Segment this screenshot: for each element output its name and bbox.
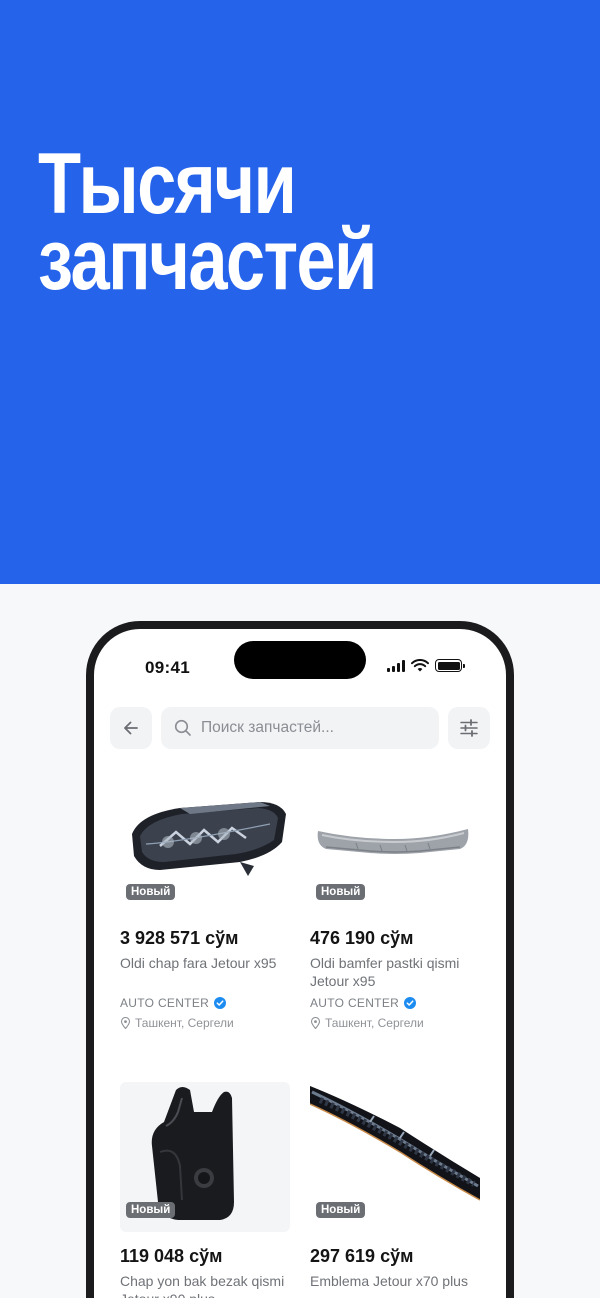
verified-badge-icon <box>404 997 417 1009</box>
location-pin-icon <box>120 1017 131 1029</box>
product-price: 119 048 сўм <box>120 1246 223 1266</box>
search-icon <box>174 719 191 736</box>
condition-badge: Новый <box>316 1202 366 1218</box>
system-icons <box>387 659 465 672</box>
product-title: Emblema Jetour x70 plus <box>310 1273 468 1289</box>
seller-name: AUTO CENTER <box>120 996 210 1010</box>
sliders-icon <box>460 719 478 737</box>
condition-badge: Новый <box>316 884 366 900</box>
product-location: Ташкент, Сергели <box>120 1016 234 1030</box>
status-time: 09:41 <box>145 658 190 677</box>
cellular-signal-icon <box>387 659 405 672</box>
product-title: Oldi chap fara Jetour x95 <box>120 955 277 971</box>
condition-badge: Новый <box>126 1202 176 1218</box>
location-text: Ташкент, Сергели <box>135 1016 234 1030</box>
back-button[interactable] <box>110 707 152 749</box>
product-title: Oldi bamfer pastki qismi Jetour x95 <box>310 955 460 989</box>
wifi-icon <box>411 659 429 672</box>
verified-badge-icon <box>214 997 227 1009</box>
location-text: Ташкент, Сергели <box>325 1016 424 1030</box>
search-field[interactable] <box>161 707 439 749</box>
search-toolbar <box>110 707 490 749</box>
status-bar: 09:41 <box>94 629 506 687</box>
location-pin-icon <box>310 1017 321 1029</box>
promo-banner: Тысячи запчастей <box>0 0 600 584</box>
seller-name: AUTO CENTER <box>310 996 400 1010</box>
condition-badge: Новый <box>126 884 176 900</box>
product-price: 297 619 сўм <box>310 1246 414 1266</box>
promo-headline-line2: запчастей <box>38 212 377 308</box>
search-input[interactable] <box>201 719 421 737</box>
promo-headline-line1: Тысячи <box>38 136 297 232</box>
promo-headline: Тысячи запчастей <box>38 136 377 308</box>
product-price: 3 928 571 сўм <box>120 928 239 948</box>
filter-button[interactable] <box>448 707 490 749</box>
battery-icon <box>435 659 465 672</box>
dynamic-island <box>234 641 366 679</box>
seller-info: AUTO CENTER <box>120 996 227 1010</box>
product-price: 476 190 сўм <box>310 928 414 948</box>
arrow-left-icon <box>124 721 138 735</box>
seller-info: AUTO CENTER <box>310 996 417 1010</box>
product-location: Ташкент, Сергели <box>310 1016 424 1030</box>
phone-mockup: 09:41 Поиск запчастей... Новый 3 928 571… <box>86 621 514 1298</box>
product-title: Chap yon bak bezak qismi Jetour x90 plus <box>120 1273 285 1298</box>
